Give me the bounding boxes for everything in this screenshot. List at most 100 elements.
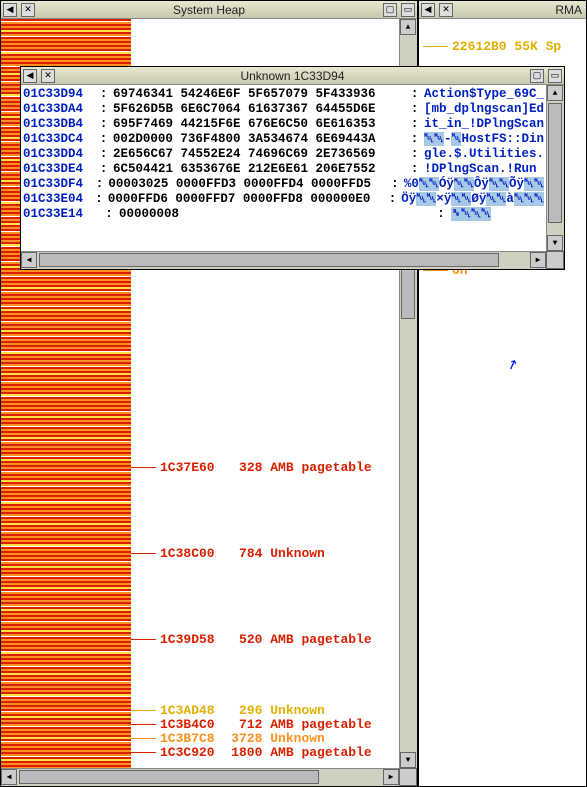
heap-label-size: 328 (222, 460, 262, 475)
hex-title: Unknown 1C33D94 (57, 69, 528, 83)
heap-label-size: 520 (222, 632, 262, 647)
heap-label-addr: 1C3B4C0 (160, 717, 215, 732)
close-icon[interactable]: ✕ (21, 3, 35, 17)
heap-label-addr: 1C3C920 (160, 745, 215, 760)
hex-separator: : (405, 102, 424, 117)
toggle-icon[interactable]: ▢ (383, 3, 397, 17)
heap-label-desc: AMB pagetable (270, 745, 371, 760)
heap-label-desc: AMB pagetable (270, 632, 371, 647)
hex-address: 01C33E14 (23, 207, 99, 222)
heap-label-addr: 1C3AD48 (160, 703, 215, 718)
rma-label-text: 22612B0 55K Sp (452, 39, 561, 54)
hex-separator: : (94, 87, 113, 102)
heap-label-desc: Unknown (270, 703, 325, 718)
hex-ascii: [mb_dplngscan]Ed (424, 102, 544, 117)
connector-line (131, 724, 156, 725)
heap-label[interactable]: 1C3C920 1800 AMB pagetable (131, 745, 372, 760)
hex-ascii: ␈␀␀␀ (451, 207, 544, 222)
hex-ascii: Öÿ␀␀×ÿ␀␀Øÿ␀␀à␀␀␀ (401, 192, 544, 207)
heap-label[interactable]: 1C3B7C8 3728 Unknown (131, 731, 325, 746)
heap-label[interactable]: 1C39D58 520 AMB pagetable (131, 632, 372, 647)
heap-label[interactable]: 1C3AD48 296 Unknown (131, 703, 325, 718)
hex-separator: : (94, 162, 113, 177)
hex-separator: : (94, 147, 113, 162)
iconize-icon[interactable]: ▭ (548, 69, 562, 83)
hex-separator: : (94, 132, 113, 147)
heap-titlebar[interactable]: ◀ ✕ System Heap ▢ ▭ (1, 1, 417, 19)
rma-titlebar[interactable]: ◀ ✕ RMA (419, 1, 586, 19)
heap-label-addr: 1C37E60 (160, 460, 215, 475)
heap-title: System Heap (37, 3, 381, 17)
hex-bytes: 00003025 0000FFD3 0000FFD4 0000FFD5 (108, 177, 386, 192)
connector-line (131, 553, 156, 554)
toggle-icon[interactable]: ▢ (530, 69, 544, 83)
back-icon[interactable]: ◀ (3, 3, 17, 17)
hex-row[interactable]: 01C33DD4:2E656C67 74552E24 74696C69 2E73… (23, 147, 544, 162)
heap-label-addr: 1C38C00 (160, 546, 215, 561)
hex-titlebar[interactable]: ◀ ✕ Unknown 1C33D94 ▢ ▭ (21, 67, 564, 85)
scroll-right-icon[interactable]: ▶ (530, 252, 546, 268)
resize-corner[interactable] (399, 768, 417, 786)
hex-address: 01C33DE4 (23, 162, 94, 177)
hex-scrollbar-vertical[interactable]: ▲ ▼ (546, 85, 564, 251)
hex-separator: : (405, 132, 424, 147)
scroll-left-icon[interactable]: ◀ (1, 769, 17, 785)
heap-label-desc: AMB pagetable (270, 460, 371, 475)
close-icon[interactable]: ✕ (41, 69, 55, 83)
hex-address: 01C33D94 (23, 87, 94, 102)
hex-ascii: !DPlngScan.!Run (424, 162, 544, 177)
hex-dump-window: ◀ ✕ Unknown 1C33D94 ▢ ▭ 01C33D94:6974634… (20, 66, 565, 270)
heap-label-desc: Unknown (270, 731, 325, 746)
hex-bytes: 6C504421 6353676E 212E6E61 206E7552 (113, 162, 405, 177)
hex-separator: : (90, 192, 108, 207)
scroll-down-icon[interactable]: ▼ (547, 235, 563, 251)
hex-separator: : (405, 117, 424, 132)
hex-row[interactable]: 01C33DF4:00003025 0000FFD3 0000FFD4 0000… (23, 177, 544, 192)
scroll-down-icon[interactable]: ▼ (400, 752, 416, 768)
heap-label-size: 296 (222, 703, 262, 718)
hex-ascii: gle.$.Utilities. (424, 147, 544, 162)
hex-row[interactable]: 01C33D94:69746341 54246E6F 5F657079 5F43… (23, 87, 544, 102)
hex-address: 01C33DD4 (23, 147, 94, 162)
heap-label[interactable]: 1C37E60 328 AMB pagetable (131, 460, 372, 475)
hex-ascii: it_in_!DPlngScan (424, 117, 544, 132)
hex-address: 01C33E04 (23, 192, 90, 207)
back-icon[interactable]: ◀ (421, 3, 435, 17)
heap-label[interactable]: 1C3B4C0 712 AMB pagetable (131, 717, 372, 732)
hex-row[interactable]: 01C33E14:00000008:␈␀␀␀ (23, 207, 544, 222)
hex-ascii: %0␀␀Óÿ␀␀Ôÿ␀␀Õÿ␀␀ (404, 177, 544, 192)
rma-label[interactable]: 22612B0 55K Sp (423, 39, 561, 54)
connector-line (131, 752, 156, 753)
scroll-thumb-horizontal[interactable] (19, 770, 319, 784)
hex-scrollbar-horizontal[interactable]: ◀ ▶ (21, 251, 546, 269)
heap-label[interactable]: 1C38C00 784 Unknown (131, 546, 325, 561)
resize-corner[interactable] (546, 251, 564, 269)
hex-bytes: 0000FFD6 0000FFD7 0000FFD8 000000E0 (108, 192, 384, 207)
hex-row[interactable]: 01C33DA4:5F626D5B 6E6C7064 61637367 6445… (23, 102, 544, 117)
hex-separator: : (91, 177, 109, 192)
connector-line (131, 639, 156, 640)
connector-line (423, 46, 448, 47)
hex-row[interactable]: 01C33DC4:002D0000 736F4800 3A534674 6E69… (23, 132, 544, 147)
hex-row[interactable]: 01C33E04:0000FFD6 0000FFD7 0000FFD8 0000… (23, 192, 544, 207)
connector-line (423, 270, 448, 271)
heap-scrollbar-horizontal[interactable]: ◀ ▶ (1, 768, 399, 786)
heap-label-size: 784 (222, 546, 262, 561)
scroll-thumb-horizontal[interactable] (39, 253, 499, 267)
heap-label-addr: 1C3B7C8 (160, 731, 215, 746)
scroll-left-icon[interactable]: ◀ (21, 252, 37, 268)
hex-row[interactable]: 01C33DE4:6C504421 6353676E 212E6E61 206E… (23, 162, 544, 177)
scroll-up-icon[interactable]: ▲ (400, 19, 416, 35)
hex-separator: : (386, 177, 404, 192)
scroll-thumb-vertical[interactable] (548, 103, 562, 223)
scroll-up-icon[interactable]: ▲ (547, 85, 563, 101)
scroll-right-icon[interactable]: ▶ (383, 769, 399, 785)
connector-line (131, 467, 156, 468)
iconize-icon[interactable]: ▭ (401, 3, 415, 17)
hex-address: 01C33DC4 (23, 132, 94, 147)
hex-address: 01C33DA4 (23, 102, 94, 117)
hex-row[interactable]: 01C33DB4:695F7469 44215F6E 676E6C50 6E61… (23, 117, 544, 132)
close-icon[interactable]: ✕ (439, 3, 453, 17)
hex-body[interactable]: 01C33D94:69746341 54246E6F 5F657079 5F43… (21, 85, 546, 251)
back-icon[interactable]: ◀ (23, 69, 37, 83)
